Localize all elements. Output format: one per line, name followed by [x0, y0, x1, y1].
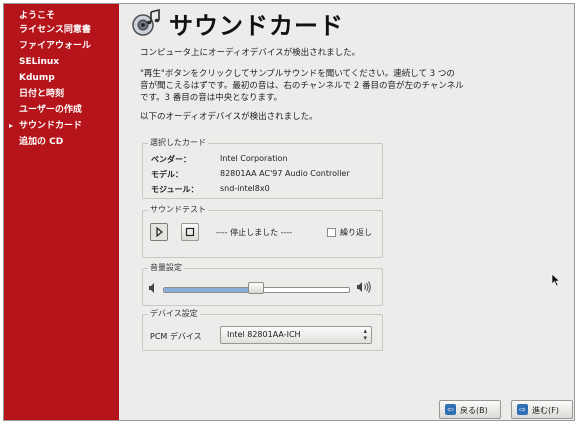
detected-message: コンピュータ上にオーディオデバイスが検出されました。 — [140, 48, 361, 58]
pcm-device-select[interactable]: Intel 82801AA-ICH ▴ ▾ — [220, 326, 372, 344]
current-step-arrow-icon: ▸ — [9, 121, 14, 130]
sidebar-item-firewall: ファイアウォール — [19, 40, 91, 52]
stop-icon — [185, 227, 195, 237]
vendor-key: ベンダー： — [151, 155, 191, 164]
sidebar-item-additional-cd: 追加の CD — [19, 136, 63, 148]
module-value: snd-intel8x0 — [220, 184, 270, 193]
mouse-pointer-icon — [551, 273, 561, 287]
forward-button[interactable]: ⇨ 進む(F) — [511, 400, 573, 419]
updown-arrow-icon: ▴ ▾ — [363, 327, 367, 342]
volume-slider-fill — [164, 288, 257, 292]
instruction-line: 音が聞こえるはずです。最初の音は、右のチャンネルで 2 番目の音が左のチャンネル — [140, 81, 464, 91]
sidebar-item-welcome: ようこそ — [19, 10, 55, 22]
sidebar-item-label: 追加の CD — [19, 137, 64, 147]
sound-test-group: サウンドテスト ---- 停止しました ---- 繰り返し — [142, 204, 383, 258]
back-button-label: 戻る(B) — [460, 406, 488, 415]
back-button[interactable]: ⇦ 戻る(B) — [439, 400, 501, 419]
back-arrow-icon: ⇦ — [445, 404, 456, 415]
volume-high-icon — [357, 281, 371, 293]
repeat-label[interactable]: 繰り返し — [340, 227, 372, 238]
module-key: モジュール： — [151, 185, 199, 194]
model-key: モデル： — [151, 170, 183, 179]
play-button[interactable] — [150, 223, 168, 241]
sidebar-item-label: ユーザーの作成 — [19, 105, 82, 115]
sidebar-item-label: Kdump — [19, 73, 55, 83]
instruction-line: "再生"ボタンをクリックしてサンプルサウンドを聞いてください。連続して 3 つの — [140, 69, 455, 79]
instruction-line: です。3 番目の音は中央となります。 — [140, 93, 283, 103]
playback-status: ---- 停止しました ---- — [216, 228, 293, 237]
sidebar-item-kdump: Kdump — [19, 72, 55, 84]
model-value: 82801AA AC'97 Audio Controller — [220, 169, 350, 178]
sidebar-item-label: ライセンス同意書 — [19, 25, 91, 35]
group-label: サウンドテスト — [148, 204, 208, 215]
page-title: サウンドカード — [169, 12, 344, 40]
sidebar-item-label: SELinux — [19, 57, 60, 67]
sidebar-item-license: ライセンス同意書 — [19, 24, 91, 36]
repeat-checkbox[interactable] — [327, 228, 336, 237]
sidebar-item-label: サウンドカード — [19, 121, 83, 131]
sidebar-item-create-user: ユーザーの作成 — [19, 104, 82, 116]
stop-button[interactable] — [181, 223, 199, 241]
sidebar-item-label: ファイアウォール — [19, 41, 92, 51]
forward-button-label: 進む(F) — [532, 406, 559, 415]
forward-arrow-icon: ⇨ — [517, 404, 528, 415]
pcm-device-label: PCM デバイス — [150, 332, 202, 341]
main-content: サウンドカード コンピュータ上にオーディオデバイスが検出されました。 "再生"ボ… — [119, 4, 574, 420]
group-label: デバイス設定 — [148, 308, 200, 319]
sound-card-icon — [132, 8, 160, 36]
volume-low-icon — [149, 283, 154, 293]
firstboot-window: ようこそ ライセンス同意書 ファイアウォール SELinux Kdump 日付と… — [3, 3, 575, 421]
volume-group: 音量設定 — [142, 262, 383, 306]
group-label: 選択したカード — [148, 137, 208, 148]
pcm-device-value: Intel 82801AA-ICH — [227, 330, 301, 339]
sidebar-item-label: 日付と時刻 — [19, 89, 65, 99]
group-label: 音量設定 — [148, 262, 184, 273]
device-settings-group: デバイス設定 PCM デバイス Intel 82801AA-ICH ▴ ▾ — [142, 308, 383, 351]
devices-detected-message: 以下のオーディオデバイスが検出されました。 — [140, 112, 318, 122]
selected-card-group: 選択したカード ベンダー： Intel Corporation モデル： 828… — [142, 137, 383, 199]
volume-slider-thumb[interactable] — [247, 282, 264, 294]
play-icon — [156, 226, 163, 238]
sidebar: ようこそ ライセンス同意書 ファイアウォール SELinux Kdump 日付と… — [4, 4, 119, 420]
sidebar-item-date-time: 日付と時刻 — [19, 88, 64, 100]
vendor-value: Intel Corporation — [220, 154, 288, 163]
sidebar-item-soundcard: ▸ サウンドカード — [9, 120, 83, 132]
sidebar-item-label: ようこそ — [19, 11, 56, 21]
sidebar-item-selinux: SELinux — [19, 56, 59, 68]
